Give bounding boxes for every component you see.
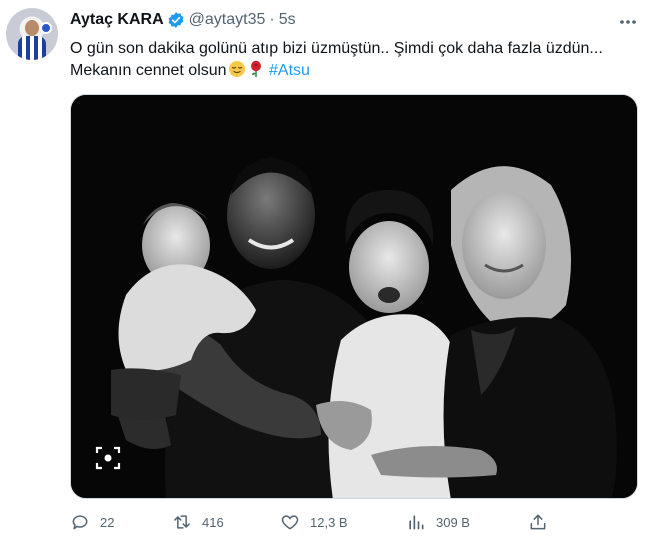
views-count: 309 B — [436, 514, 470, 530]
share-button[interactable] — [528, 512, 558, 532]
retweet-count: 416 — [202, 514, 224, 530]
tweet-header: Aytaç KARA @aytayt35 · 5s — [70, 10, 296, 30]
tweet-text-line-1: O gün son dakika golünü atıp bizi üzmüşt… — [70, 40, 603, 57]
tweet-timestamp[interactable]: 5s — [279, 10, 296, 30]
tweet-text-line-2-body: Mekanın cennet olsun — [70, 62, 227, 79]
retweet-button[interactable]: 416 — [172, 512, 224, 532]
share-icon — [530, 514, 546, 530]
tweet-actions-bar: 22 416 12,3 B 309 B — [70, 512, 550, 542]
author-name[interactable]: Aytaç KARA — [70, 10, 164, 30]
reply-icon — [72, 515, 88, 530]
reply-count: 22 — [100, 514, 115, 530]
avatar-badge — [40, 22, 52, 34]
views-button[interactable]: 309 B — [406, 512, 470, 532]
hashtag-link[interactable]: #Atsu — [269, 62, 310, 79]
like-count: 12,3 B — [310, 514, 348, 530]
separator-dot: · — [269, 11, 275, 28]
like-icon — [281, 515, 299, 530]
more-options-icon[interactable] — [618, 12, 638, 37]
rose-emoji-icon — [250, 60, 261, 77]
reply-button[interactable]: 22 — [70, 512, 114, 532]
views-icon — [409, 515, 424, 530]
relieved-face-emoji-icon — [228, 61, 245, 77]
avatar[interactable] — [6, 8, 58, 60]
like-button[interactable]: 12,3 B — [280, 512, 348, 532]
author-handle[interactable]: @aytayt35 — [189, 10, 266, 30]
scan-image-icon[interactable] — [95, 445, 121, 471]
tweet: Aytaç KARA @aytayt35 · 5s O gün son daki… — [0, 0, 650, 543]
verified-badge-icon[interactable] — [167, 11, 185, 29]
retweet-icon — [174, 515, 190, 529]
avatar-shirt — [18, 36, 46, 60]
family-photo-image — [71, 95, 637, 498]
tweet-text-line-2: Mekanın cennet olsun #Atsu — [70, 60, 640, 82]
tweet-text: O gün son dakika golünü atıp bizi üzmüşt… — [70, 38, 640, 82]
avatar-head — [25, 20, 39, 36]
tweet-photo[interactable] — [70, 94, 638, 499]
